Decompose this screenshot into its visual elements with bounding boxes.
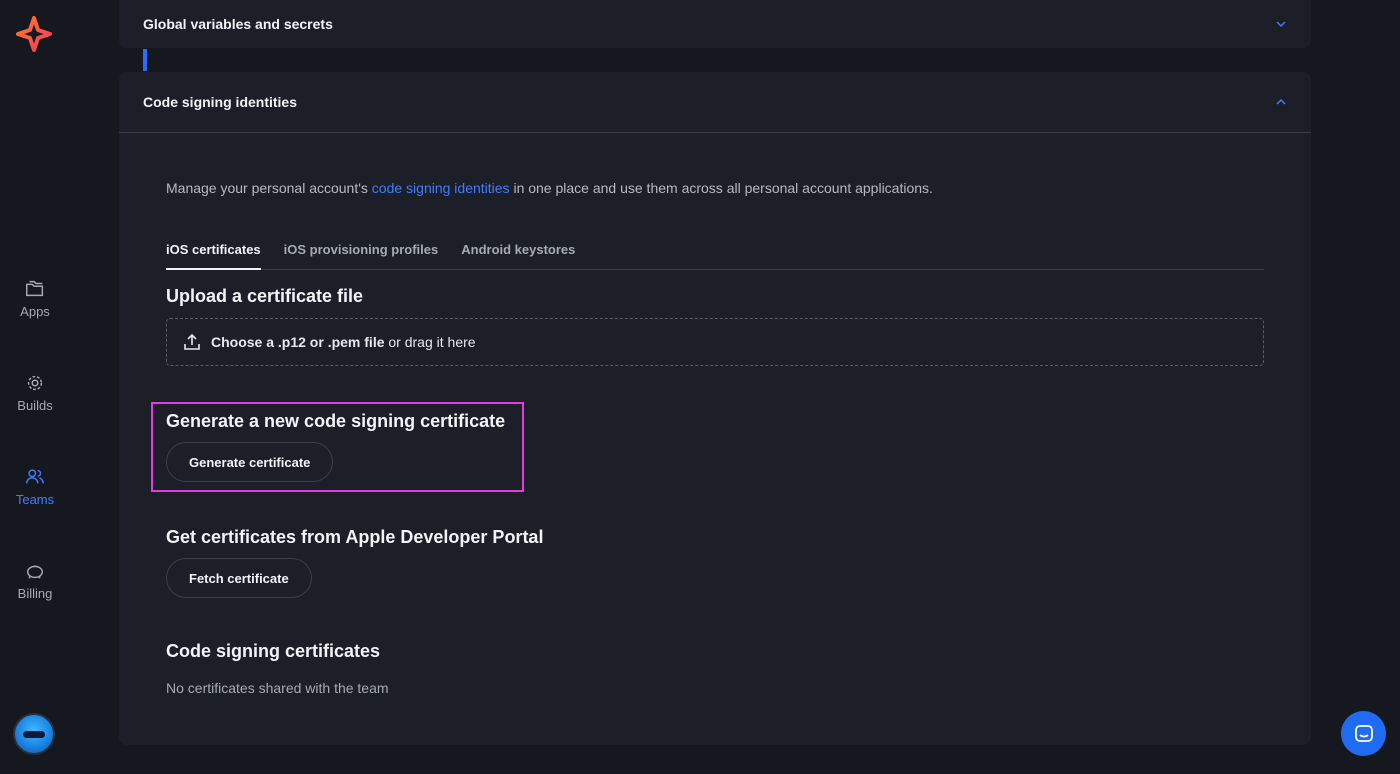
- divider: [119, 132, 1311, 133]
- tab-ios-certificates[interactable]: iOS certificates: [166, 236, 261, 270]
- section-connector: [143, 49, 147, 71]
- sidebar-item-apps[interactable]: Apps: [0, 278, 70, 319]
- highlight-box: [151, 402, 524, 492]
- drag-text: or drag it here: [384, 334, 476, 350]
- folder-icon: [26, 280, 44, 297]
- certificate-tabs: iOS certificates iOS provisioning profil…: [166, 236, 1264, 270]
- sidebar: Apps Builds Teams Billing: [0, 0, 70, 774]
- code-signing-header[interactable]: Code signing identities: [119, 72, 1311, 132]
- section-title: Code signing identities: [143, 94, 298, 110]
- code-signing-link[interactable]: code signing identities: [372, 180, 510, 196]
- chat-support-button[interactable]: [1341, 711, 1386, 756]
- chat-icon: [1354, 724, 1373, 742]
- chevron-down-icon[interactable]: [1275, 18, 1287, 30]
- piggy-bank-icon: [26, 565, 44, 579]
- sidebar-item-label: Builds: [17, 398, 53, 413]
- section-description: Manage your personal account's code sign…: [166, 180, 1264, 196]
- upload-heading: Upload a certificate file: [166, 286, 364, 306]
- section-title: Global variables and secrets: [143, 16, 333, 32]
- tab-android-keystores[interactable]: Android keystores: [461, 236, 575, 269]
- sidebar-item-label: Apps: [20, 304, 50, 319]
- code-signing-content: Manage your personal account's code sign…: [166, 180, 1264, 696]
- certificates-list-heading: Code signing certificates: [166, 641, 381, 661]
- avatar[interactable]: [13, 713, 55, 755]
- builds-icon: [27, 375, 43, 391]
- global-variables-header[interactable]: Global variables and secrets: [119, 0, 1311, 48]
- description-text: Manage your personal account's: [166, 180, 372, 196]
- chevron-up-icon[interactable]: [1275, 96, 1287, 108]
- certificate-dropzone[interactable]: Choose a .p12 or .pem file or drag it he…: [166, 318, 1264, 366]
- sidebar-item-label: Billing: [17, 586, 53, 601]
- tab-ios-provisioning-profiles[interactable]: iOS provisioning profiles: [284, 236, 439, 269]
- teams-icon: [26, 469, 44, 484]
- global-variables-section: Global variables and secrets: [119, 0, 1311, 48]
- fetch-heading: Get certificates from Apple Developer Po…: [166, 527, 544, 547]
- sidebar-item-label: Teams: [15, 492, 55, 507]
- upload-icon: [184, 333, 200, 350]
- fetch-certificate-button[interactable]: Fetch certificate: [166, 558, 312, 598]
- empty-state-text: No certificates shared with the team: [166, 680, 389, 696]
- sidebar-item-billing[interactable]: Billing: [0, 560, 70, 601]
- codemagic-logo-icon[interactable]: [16, 16, 52, 52]
- sidebar-item-teams[interactable]: Teams: [0, 466, 70, 507]
- sidebar-item-builds[interactable]: Builds: [0, 372, 70, 413]
- choose-file-text: Choose a .p12 or .pem file: [211, 334, 385, 350]
- description-text: in one place and use them across all per…: [509, 180, 933, 196]
